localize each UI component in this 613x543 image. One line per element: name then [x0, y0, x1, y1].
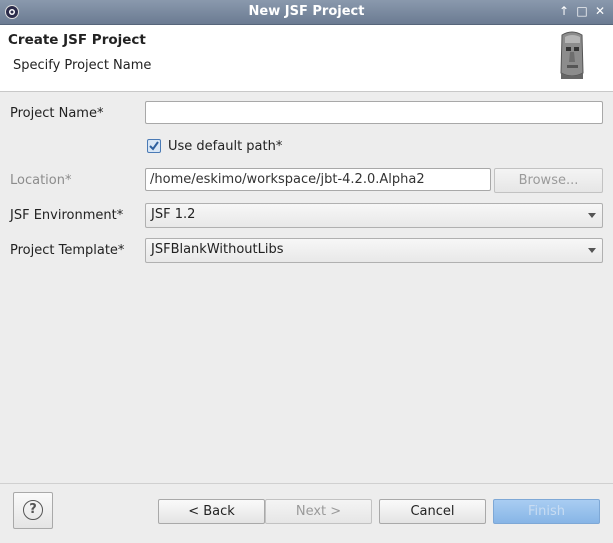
location-label: Location* [10, 173, 72, 188]
maximize-icon[interactable]: □ [574, 3, 590, 19]
project-name-input[interactable] [145, 101, 603, 124]
close-icon[interactable]: ✕ [592, 3, 608, 19]
moai-head-logo-icon [560, 31, 584, 79]
project-name-label: Project Name* [10, 106, 104, 121]
project-template-label: Project Template* [10, 243, 125, 258]
cancel-button[interactable]: Cancel [379, 499, 486, 524]
wizard-subtitle: Specify Project Name [13, 58, 152, 73]
jsf-environment-value: JSF 1.2 [151, 207, 196, 222]
browse-button[interactable]: Browse... [494, 168, 603, 193]
window-titlebar: New JSF Project ↑ □ ✕ [0, 0, 613, 25]
location-input[interactable]: /home/eskimo/workspace/jbt-4.2.0.Alpha2 [145, 168, 491, 191]
project-template-value: JSFBlankWithoutLibs [151, 242, 284, 257]
jsf-environment-select[interactable]: JSF 1.2 [145, 203, 603, 228]
use-default-path-label[interactable]: Use default path* [168, 139, 282, 154]
jsf-environment-label: JSF Environment* [10, 208, 124, 223]
use-default-path-checkbox[interactable] [147, 139, 161, 153]
next-button[interactable]: Next > [265, 499, 372, 524]
wizard-header: Create JSF Project Specify Project Name [0, 25, 613, 92]
help-icon: ? [23, 500, 43, 520]
up-arrow-icon[interactable]: ↑ [556, 3, 572, 19]
wizard-title: Create JSF Project [8, 32, 146, 48]
checkmark-icon [149, 141, 159, 151]
chevron-down-icon [588, 213, 596, 218]
project-template-select[interactable]: JSFBlankWithoutLibs [145, 238, 603, 263]
help-button[interactable]: ? [13, 492, 53, 529]
finish-button[interactable]: Finish [493, 499, 600, 524]
window-title: New JSF Project [248, 4, 365, 19]
chevron-down-icon [588, 248, 596, 253]
footer-separator [0, 483, 613, 484]
back-button[interactable]: < Back [158, 499, 265, 524]
